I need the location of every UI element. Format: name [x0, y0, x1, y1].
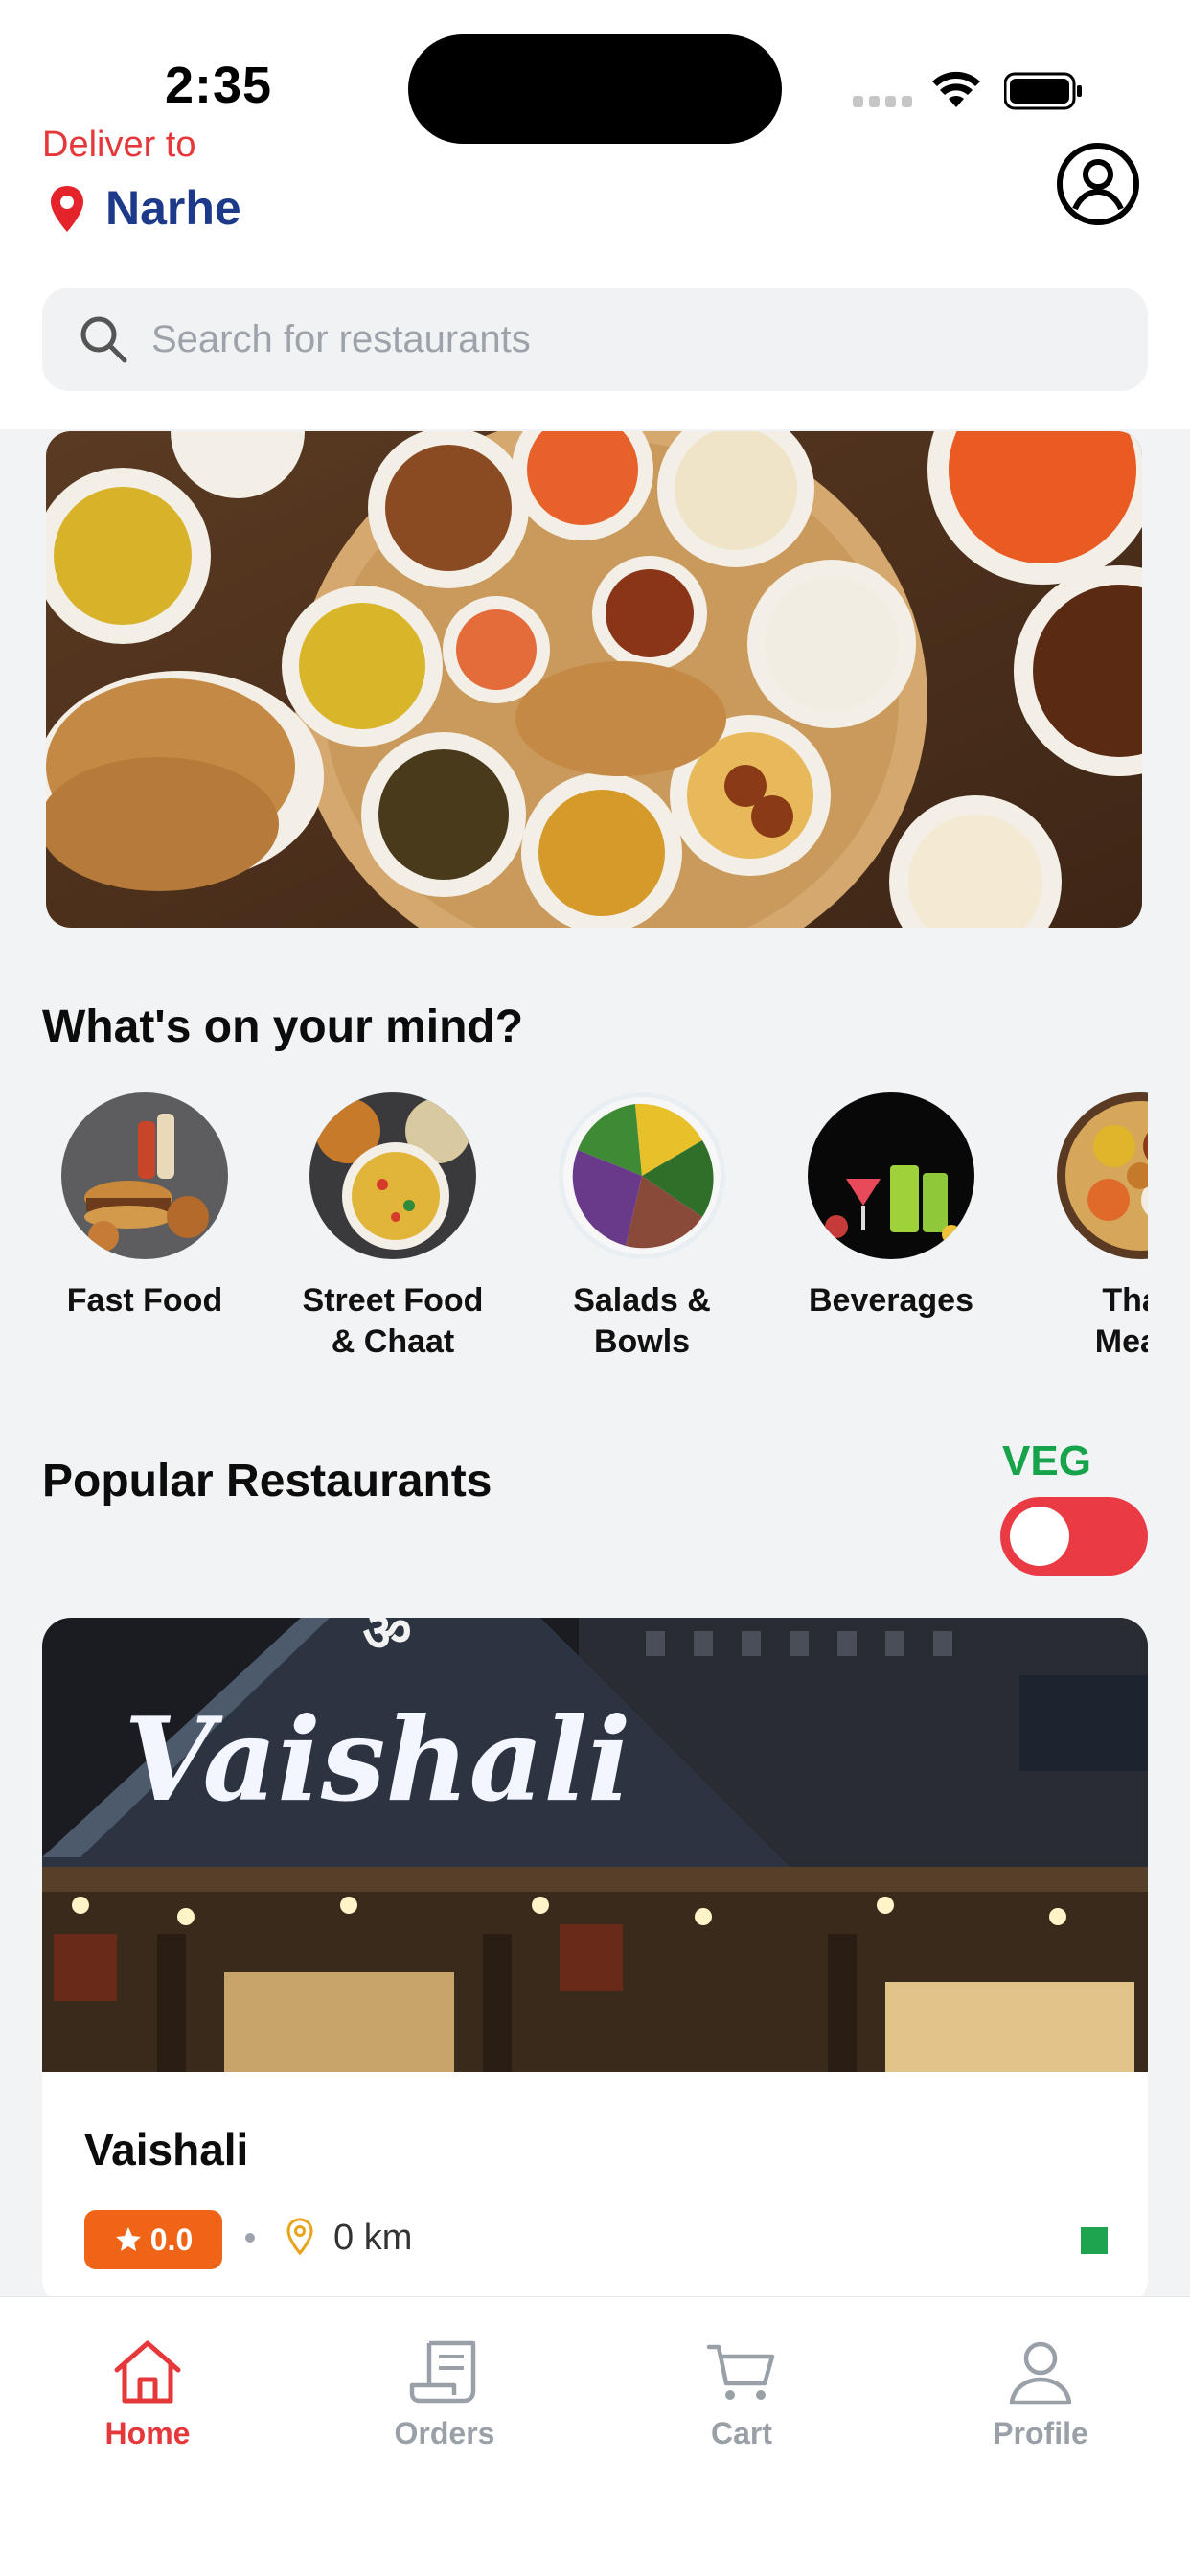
search-input[interactable] [151, 288, 1110, 391]
category-label: Fast Food [66, 1282, 223, 1319]
location-pin-icon[interactable] [48, 184, 86, 234]
nav-label: Home [104, 2416, 191, 2450]
category-fast-food[interactable]: Fast Food [39, 1092, 250, 1322]
category-label: Street Food & Chaat [302, 1282, 484, 1360]
category-salads[interactable]: Salads & Bowls [537, 1092, 747, 1363]
receipt-icon [409, 2340, 476, 2404]
veg-indicator [1081, 2227, 1108, 2254]
nav-cart[interactable]: Cart [646, 2337, 837, 2451]
search-bar[interactable] [42, 288, 1148, 391]
nav-label: Orders [394, 2416, 495, 2450]
category-thali[interactable]: Thali Meals [1035, 1092, 1148, 1363]
dynamic-island [408, 34, 782, 144]
restaurant-name[interactable]: Vaishali [84, 2124, 248, 2175]
distance-pin-icon [286, 2218, 313, 2256]
category-label: Thali Meals [1094, 1282, 1148, 1360]
battery-icon [1004, 72, 1082, 110]
beverages-image [808, 1092, 974, 1259]
rating-value: 0.0 [149, 2221, 194, 2257]
nav-orders[interactable]: Orders [349, 2337, 540, 2451]
veg-toggle-knob [1010, 1506, 1069, 1566]
rating-badge: 0.0 [84, 2210, 222, 2269]
fast-food-image [61, 1092, 228, 1259]
cart-icon [706, 2344, 775, 2400]
thali-image [1057, 1092, 1148, 1259]
category-carousel[interactable]: Fast Food Street Food & Chaat Salads & B… [0, 1092, 1148, 1370]
star-icon [115, 2227, 141, 2251]
nav-label: Profile [993, 2416, 1088, 2450]
header: 2:35 Deliver to Narhe [0, 0, 1190, 429]
nav-label: Cart [710, 2416, 772, 2450]
street-food-image [309, 1092, 476, 1259]
category-beverages[interactable]: Beverages [786, 1092, 996, 1322]
section-title-mind: What's on your mind? [42, 1001, 524, 1052]
account-circle-icon[interactable] [1056, 142, 1140, 226]
category-street-food[interactable]: Street Food & Chaat [287, 1092, 498, 1363]
restaurant-sign-text: Vaishali [124, 1692, 630, 1828]
restaurant-card[interactable]: ॐ Vaishali Vaishali 0.0 0 km [42, 1618, 1148, 2308]
bottom-nav: Home Orders Cart Profile [0, 2296, 1190, 2576]
separator-dot [245, 2233, 255, 2242]
category-label: Beverages [808, 1282, 973, 1319]
food-banner-image [46, 431, 1142, 928]
nav-profile[interactable]: Profile [945, 2337, 1136, 2451]
home-icon [114, 2340, 181, 2404]
search-icon [80, 316, 127, 363]
restaurant-photo: ॐ Vaishali [42, 1618, 1148, 2072]
veg-filter-label: VEG [1002, 1438, 1091, 1484]
cellular-signal-icon [853, 96, 912, 109]
home-screen: 2:35 Deliver to Narhe Search for restaur… [0, 0, 1190, 2576]
wifi-icon [932, 71, 980, 107]
person-icon [1009, 2341, 1072, 2405]
nav-home[interactable]: Home [52, 2337, 243, 2451]
section-title-popular: Popular Restaurants [42, 1456, 492, 1506]
category-label: Salads & Bowls [573, 1282, 711, 1360]
veg-toggle[interactable] [1000, 1497, 1148, 1576]
svg-text:ॐ: ॐ [362, 1618, 411, 1664]
promo-banner[interactable] [46, 431, 1142, 928]
salads-image [559, 1092, 725, 1259]
delivery-location[interactable]: Narhe [105, 180, 241, 236]
status-time: 2:35 [165, 57, 273, 114]
restaurant-distance: 0 km [333, 2218, 413, 2258]
deliver-to-label: Deliver to [42, 125, 196, 165]
